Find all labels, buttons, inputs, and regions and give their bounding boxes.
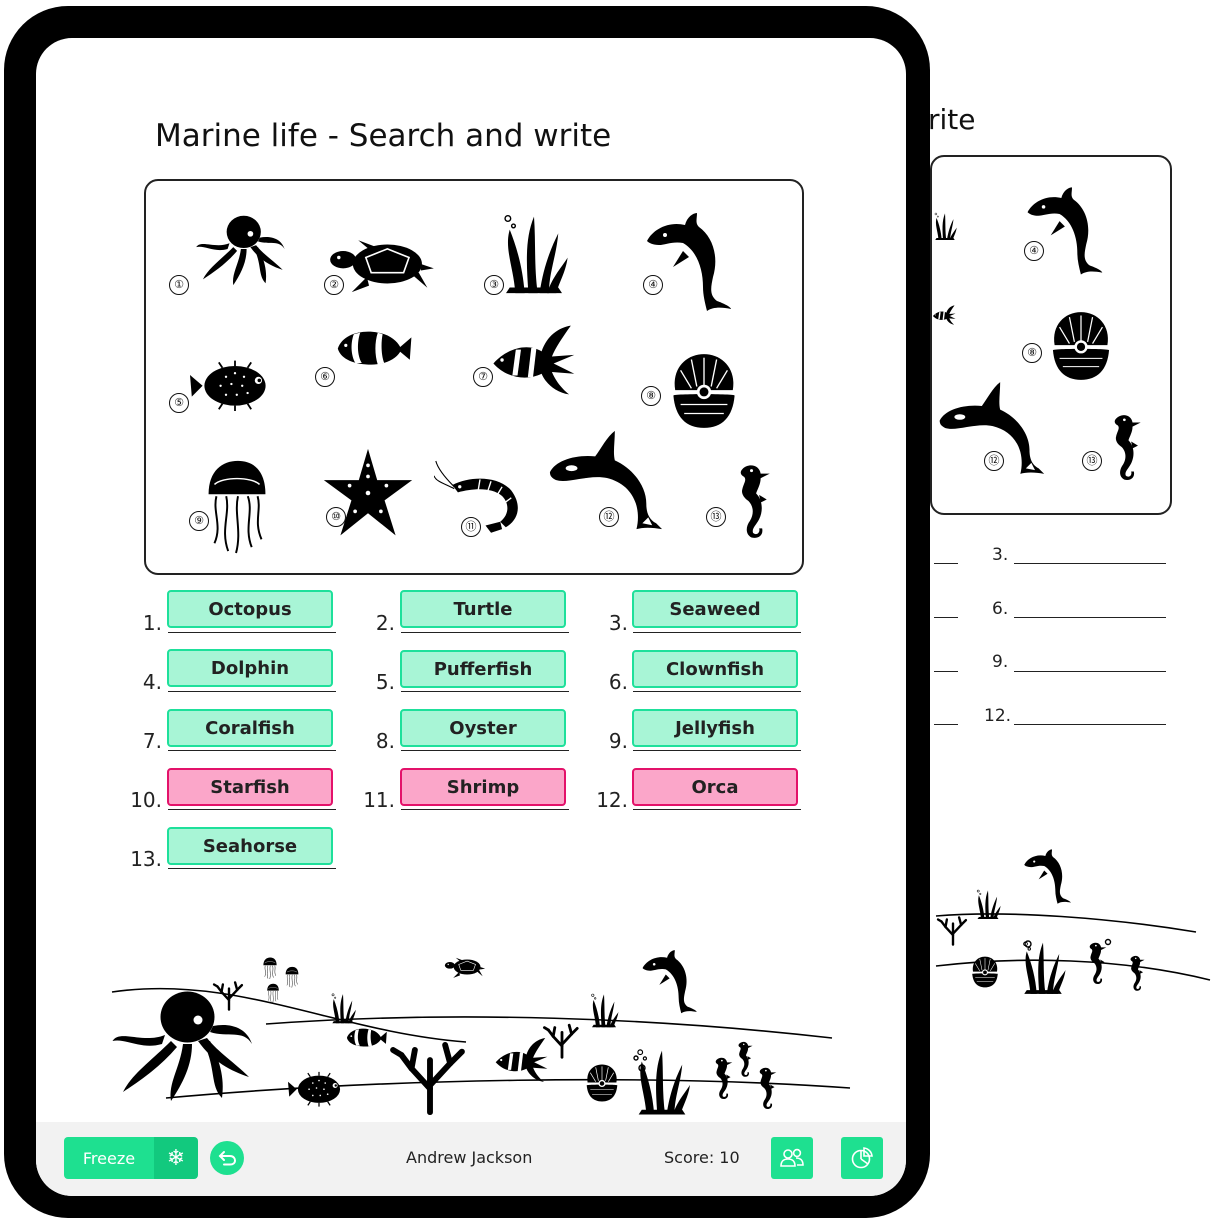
answer-chip[interactable]: Turtle [400, 590, 566, 628]
oyster-icon [668, 349, 740, 433]
freeze-button[interactable]: Freeze [64, 1137, 154, 1179]
picture-number: ① [169, 275, 189, 295]
answer-chip[interactable]: Dolphin [167, 649, 333, 687]
coralfish-icon [490, 325, 576, 395]
picture-number: ⑪ [461, 517, 481, 537]
answer-number: 9. [608, 729, 628, 753]
clownfish-icon [330, 323, 416, 371]
answer-chip[interactable]: Orca [632, 768, 798, 806]
answer-chip[interactable]: Oyster [400, 709, 566, 747]
picture-number: ⑨ [189, 511, 209, 531]
answer-line [168, 691, 336, 692]
answer-number: 8. [375, 729, 395, 753]
answer-number: 12. [596, 788, 628, 812]
score-display: Score: 10 [664, 1148, 740, 1167]
picture-number: ⑥ [315, 367, 335, 387]
back-answer-line [934, 617, 958, 618]
picture-number: ② [324, 275, 344, 295]
seaweed-icon [496, 211, 572, 295]
answer-chip[interactable]: Octopus [167, 590, 333, 628]
picture-number: ⑫ [599, 507, 619, 527]
back-line-number: 12. [984, 706, 1012, 726]
seaweed-icon [932, 197, 958, 255]
answer-chip[interactable]: Pufferfish [400, 650, 566, 688]
back-answer-line [1014, 617, 1166, 618]
answer-number: 5. [375, 670, 395, 694]
dolphin-icon [1024, 185, 1104, 275]
answer-line [168, 868, 336, 869]
oyster-icon [1048, 307, 1114, 385]
back-answer-line [1014, 671, 1166, 672]
answer-number: 4. [142, 670, 162, 694]
seahorse-icon [726, 463, 774, 539]
back-ocean-scene [935, 849, 1211, 995]
answer-line [633, 632, 801, 633]
answer-chip[interactable]: Jellyfish [632, 709, 798, 747]
tablet-frame: Marine life - Search and write ① ② ③ ④ ⑤… [4, 6, 930, 1218]
picture-number: ⑧ [641, 386, 661, 406]
picture-number: ⑬ [706, 507, 726, 527]
answer-number: 11. [363, 788, 395, 812]
picture-number: ⑩ [326, 507, 346, 527]
answer-number: 6. [608, 670, 628, 694]
users-icon[interactable] [771, 1137, 813, 1179]
answer-number: 13. [130, 847, 162, 871]
answer-line [168, 809, 336, 810]
back-picture-number: ⑬ [1082, 451, 1102, 471]
ocean-scene [111, 950, 851, 1148]
back-picture-number: ④ [1024, 241, 1044, 261]
answer-chip[interactable]: Seahorse [167, 827, 333, 865]
back-page-title-fragment: rite [928, 103, 976, 136]
page-title: Marine life - Search and write [155, 118, 612, 154]
answer-chip[interactable]: Coralfish [167, 709, 333, 747]
picture-number: ⑤ [169, 393, 189, 413]
dolphin-icon [642, 211, 734, 311]
back-picture-box: ④ ⑧ ⑫ ⑬ [930, 155, 1172, 515]
picture-number: ④ [643, 275, 663, 295]
answer-number: 1. [142, 611, 162, 635]
pufferfish-icon [190, 355, 280, 413]
jellyfish-icon [202, 457, 272, 555]
answer-line [168, 632, 336, 633]
answer-number: 2. [375, 611, 395, 635]
answer-number: 3. [608, 611, 628, 635]
answer-line [633, 809, 801, 810]
back-picture-number: ⑫ [984, 451, 1004, 471]
undo-icon[interactable] [210, 1141, 244, 1175]
answer-line [168, 750, 336, 751]
back-answer-line [934, 563, 958, 564]
answer-line [401, 632, 569, 633]
snowflake-icon[interactable]: ❄ [154, 1137, 198, 1179]
pie-chart-icon[interactable] [841, 1137, 883, 1179]
answer-chip[interactable]: Starfish [167, 768, 333, 806]
bottom-toolbar: Freeze ❄ Andrew Jackson Score: 10 [36, 1122, 906, 1196]
octopus-icon [182, 211, 296, 287]
answer-number: 10. [130, 788, 162, 812]
answer-chip[interactable]: Seaweed [632, 590, 798, 628]
answer-chip[interactable]: Clownfish [632, 650, 798, 688]
back-line-number: 3. [992, 545, 1009, 565]
answer-number: 7. [142, 729, 162, 753]
back-answer-line [934, 671, 958, 672]
back-line-number: 6. [992, 599, 1009, 619]
back-answer-line [1014, 724, 1166, 725]
answer-line [633, 750, 801, 751]
picture-number: ③ [484, 275, 504, 295]
answer-chip[interactable]: Shrimp [400, 768, 566, 806]
picture-number: ⑦ [473, 367, 493, 387]
worksheet-screen: Marine life - Search and write ① ② ③ ④ ⑤… [36, 38, 906, 1196]
answer-line [633, 691, 801, 692]
turtle-icon [328, 231, 436, 297]
back-line-number: 9. [992, 652, 1009, 672]
answer-line [401, 750, 569, 751]
seahorse-icon [1102, 413, 1144, 481]
back-answer-line [1014, 563, 1166, 564]
answer-line [401, 809, 569, 810]
picture-box: ① ② ③ ④ ⑤ ⑥ ⑦ ⑧ ⑨ ⑩ ⑪ ⑫ ⑬ [144, 179, 804, 575]
student-name: Andrew Jackson [406, 1148, 533, 1167]
back-picture-number: ⑧ [1022, 343, 1042, 363]
back-answer-line [934, 724, 958, 725]
answer-line [401, 691, 569, 692]
coralfish-icon [932, 295, 956, 335]
